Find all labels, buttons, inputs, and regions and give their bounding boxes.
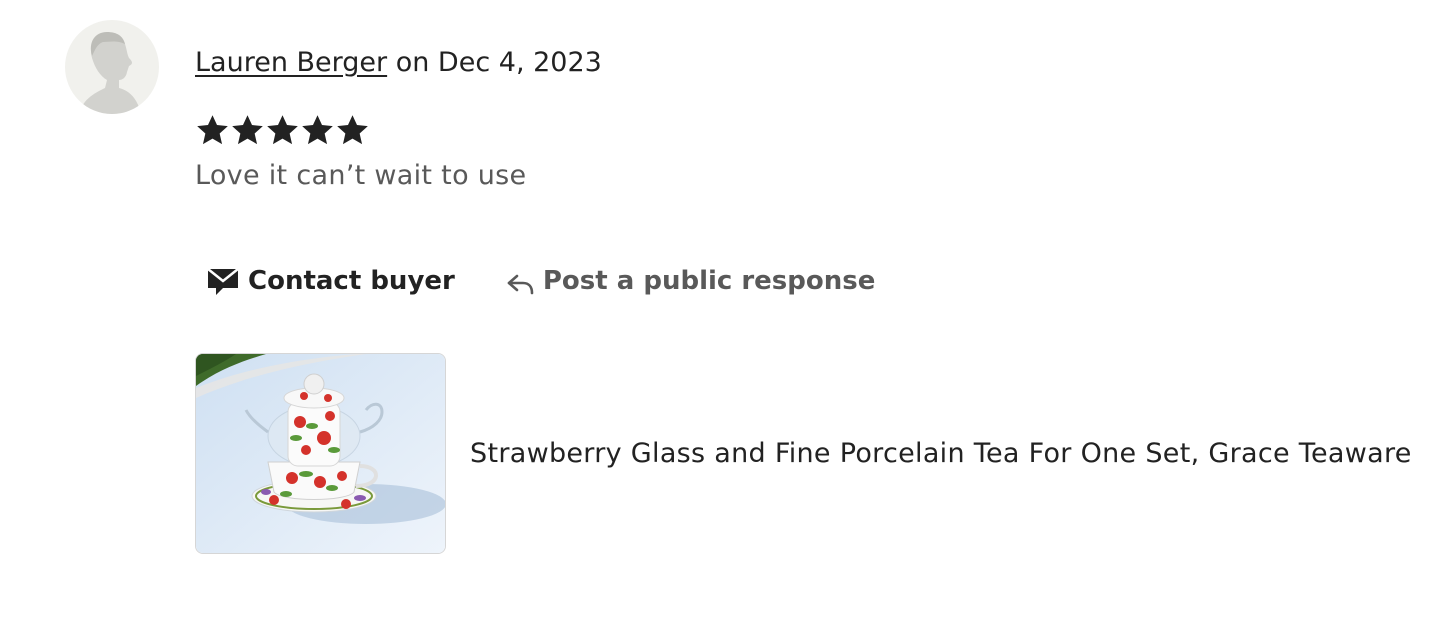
contact-buyer-label: Contact buyer bbox=[248, 266, 455, 296]
star-icon bbox=[267, 115, 298, 145]
person-silhouette-icon bbox=[79, 32, 141, 114]
envelope-icon bbox=[207, 268, 239, 295]
product-title-link[interactable]: Strawberry Glass and Fine Porcelain Tea … bbox=[470, 435, 1412, 473]
star-rating bbox=[195, 113, 370, 148]
contact-buyer-button[interactable]: Contact buyer bbox=[206, 262, 455, 300]
review-text: Love it can’t wait to use bbox=[195, 160, 527, 191]
star-icon bbox=[302, 115, 333, 145]
review-actions: Contact buyer Post a public response bbox=[206, 262, 875, 300]
reviewer-avatar bbox=[65, 20, 159, 114]
review-header: Lauren Berger on Dec 4, 2023 bbox=[195, 44, 602, 82]
reviewed-product: Strawberry Glass and Fine Porcelain Tea … bbox=[195, 353, 1412, 554]
reply-arrow-icon bbox=[507, 274, 534, 295]
star-icon bbox=[197, 115, 228, 145]
product-thumbnail[interactable] bbox=[195, 353, 446, 554]
star-icon bbox=[232, 115, 263, 145]
reviewer-name-link[interactable]: Lauren Berger bbox=[195, 47, 387, 78]
review-date: on Dec 4, 2023 bbox=[395, 47, 602, 78]
post-public-response-button[interactable]: Post a public response bbox=[505, 262, 876, 300]
product-photo-image bbox=[196, 354, 445, 553]
post-public-response-label: Post a public response bbox=[542, 266, 876, 296]
star-icon bbox=[337, 115, 368, 145]
